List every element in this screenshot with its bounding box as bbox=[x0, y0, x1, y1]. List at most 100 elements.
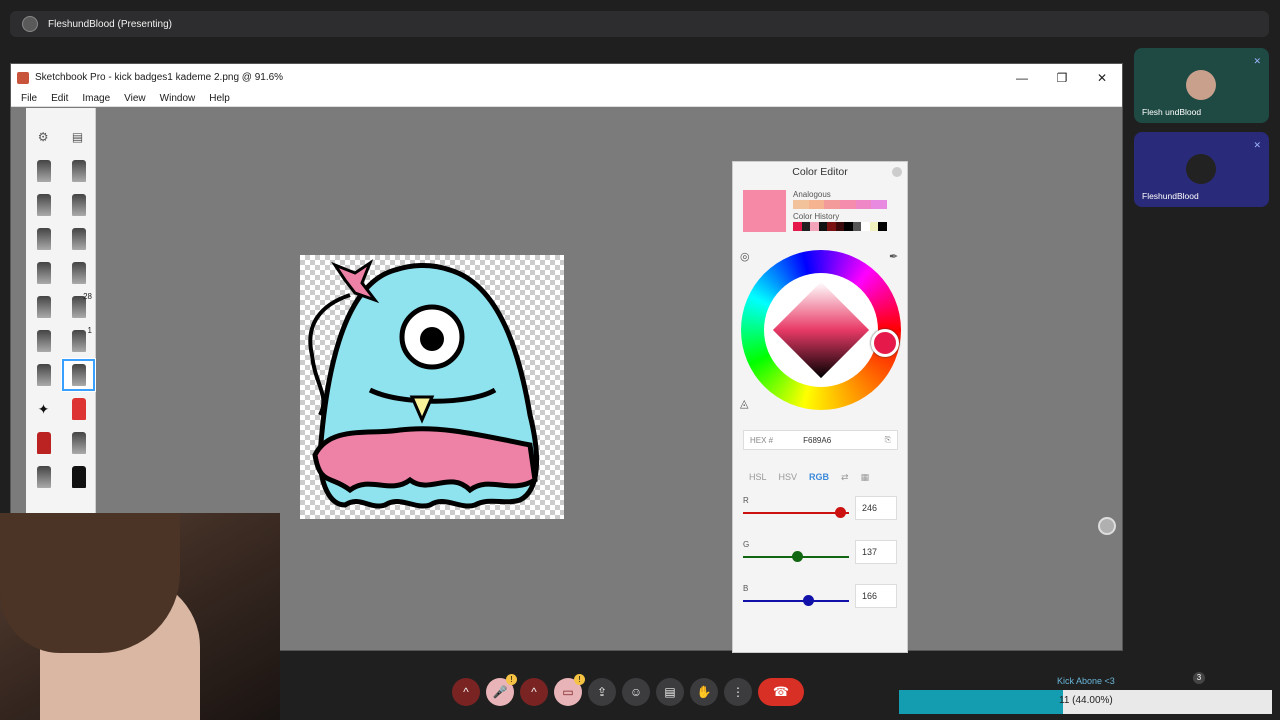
channel-r-handle[interactable] bbox=[834, 507, 846, 518]
channel-g-label: G bbox=[743, 540, 750, 549]
minimize-button[interactable]: — bbox=[1002, 71, 1042, 85]
brush-ink[interactable] bbox=[61, 460, 96, 494]
webcam-feed bbox=[0, 513, 280, 720]
drawing-canvas[interactable] bbox=[300, 255, 564, 519]
channel-r-value: 246 bbox=[862, 503, 878, 513]
channel-b: B 166 bbox=[743, 578, 903, 618]
channel-r-label: R bbox=[743, 496, 749, 505]
menu-window[interactable]: Window bbox=[160, 93, 196, 104]
brush-soft[interactable] bbox=[26, 358, 61, 392]
goal-label: Kick Abone <3 bbox=[1057, 676, 1115, 686]
channel-g: G 137 bbox=[743, 534, 903, 574]
tab-hsv[interactable]: HSV bbox=[779, 472, 798, 483]
raise-hand-icon[interactable]: ✋ bbox=[690, 678, 718, 706]
maximize-button[interactable]: ❐ bbox=[1042, 71, 1082, 85]
brush-pencil-28[interactable]: 28 bbox=[61, 290, 96, 324]
camera-options-chevron-icon[interactable]: ^ bbox=[520, 678, 548, 706]
participant-tile[interactable]: ✕ FleshundBlood bbox=[1134, 132, 1269, 207]
shuffle-icon[interactable]: ⇄ bbox=[841, 472, 849, 483]
participant-tile[interactable]: ✕ Flesh undBlood bbox=[1134, 48, 1269, 123]
presenter-avatar bbox=[22, 16, 38, 32]
copy-icon[interactable]: ⎘ bbox=[885, 435, 891, 445]
brush-paint[interactable] bbox=[26, 188, 61, 222]
brush-size-label: 28 bbox=[83, 292, 92, 301]
brush-library-icon[interactable]: ▤ bbox=[72, 130, 83, 144]
captions-icon[interactable]: ▤ bbox=[656, 678, 684, 706]
brush-airbrush[interactable] bbox=[26, 154, 61, 188]
brush-grey[interactable] bbox=[61, 426, 96, 460]
brush-size-label: 1 bbox=[87, 326, 92, 335]
analogous-strip[interactable] bbox=[793, 200, 888, 209]
mic-toggle-button[interactable]: 🎤! bbox=[486, 674, 517, 706]
channel-g-value: 137 bbox=[862, 547, 878, 557]
brush-fountain[interactable] bbox=[26, 460, 61, 494]
emoji-icon[interactable]: ☺ bbox=[622, 678, 650, 706]
brush-selected[interactable] bbox=[61, 358, 96, 392]
channel-r-track[interactable] bbox=[743, 512, 849, 514]
channel-g-input[interactable]: 137 bbox=[855, 540, 897, 564]
menu-bar: File Edit Image View Window Help bbox=[11, 91, 1122, 107]
color-harmony-icon[interactable]: ◬ bbox=[740, 397, 748, 410]
menu-view[interactable]: View bbox=[124, 93, 146, 104]
color-wheel-toggle-icon[interactable]: ◎ bbox=[740, 250, 750, 263]
color-editor-panel: Color Editor Analogous Color History ◎ ✒… bbox=[732, 161, 908, 653]
close-button[interactable]: ✕ bbox=[1082, 71, 1122, 85]
menu-edit[interactable]: Edit bbox=[51, 93, 68, 104]
more-options-icon[interactable]: ⋮ bbox=[724, 678, 752, 706]
present-screen-icon[interactable]: ⇪ bbox=[588, 678, 616, 706]
tab-hsl[interactable]: HSL bbox=[749, 472, 767, 483]
brush-pencil-1[interactable]: 1 bbox=[61, 324, 96, 358]
channel-b-track[interactable] bbox=[743, 600, 849, 602]
brush-red-block[interactable] bbox=[26, 426, 61, 460]
participant-name: FleshundBlood bbox=[1142, 191, 1199, 201]
participant-name: Flesh undBlood bbox=[1142, 107, 1202, 117]
color-editor-close-icon[interactable] bbox=[892, 167, 902, 177]
brush-inkpen[interactable] bbox=[61, 222, 96, 256]
muted-mic-icon: ✕ bbox=[1253, 56, 1261, 66]
brush-properties-icon[interactable]: ⚙ bbox=[38, 130, 49, 144]
menu-help[interactable]: Help bbox=[209, 93, 230, 104]
mic-options-chevron-icon[interactable]: ^ bbox=[452, 678, 480, 706]
brush-red-marker[interactable] bbox=[61, 392, 96, 426]
hue-knob[interactable] bbox=[871, 329, 899, 357]
eyedropper-icon[interactable]: ✒ bbox=[889, 250, 898, 263]
menu-image[interactable]: Image bbox=[82, 93, 110, 104]
color-editor-title: Color Editor bbox=[792, 166, 848, 178]
camera-warning-badge: ! bbox=[574, 674, 585, 685]
channel-b-label: B bbox=[743, 584, 749, 593]
participant-avatar bbox=[1186, 154, 1216, 184]
hex-label: HEX # bbox=[750, 435, 774, 445]
call-controls: ^ 🎤! ^ ▭! ⇪ ☺ ▤ ✋ ⋮ ☎ bbox=[452, 674, 804, 706]
menu-file[interactable]: File bbox=[21, 93, 37, 104]
presenting-title: FleshundBlood (Presenting) bbox=[48, 18, 172, 30]
tab-rgb[interactable]: RGB bbox=[809, 472, 829, 483]
participant-avatar bbox=[1186, 70, 1216, 100]
brush-pencil-light[interactable] bbox=[26, 290, 61, 324]
color-mode-tabs: HSL HSV RGB ⇄ ▦ bbox=[749, 472, 881, 483]
brush-palette: ⚙ ▤ 28 1 ✦ bbox=[26, 108, 96, 518]
camera-toggle-button[interactable]: ▭! bbox=[554, 674, 585, 706]
window-title: Sketchbook Pro - kick badges1 kademe 2.p… bbox=[35, 72, 284, 83]
leave-call-button[interactable]: ☎ bbox=[758, 678, 804, 706]
current-color-swatch[interactable] bbox=[743, 190, 786, 232]
channel-b-input[interactable]: 166 bbox=[855, 584, 897, 608]
participant-count-badge: 3 bbox=[1193, 672, 1205, 684]
canvas-nav-knob[interactable] bbox=[1098, 517, 1116, 535]
mic-warning-badge: ! bbox=[506, 674, 517, 685]
brush-pencil[interactable] bbox=[26, 324, 61, 358]
palette-icon[interactable]: ▦ bbox=[861, 472, 870, 483]
brush-chisel[interactable] bbox=[61, 188, 96, 222]
brush-nib[interactable] bbox=[61, 256, 96, 290]
channel-b-handle[interactable] bbox=[803, 595, 815, 606]
brush-pen[interactable] bbox=[26, 222, 61, 256]
color-history-strip[interactable] bbox=[793, 222, 888, 231]
channel-g-handle[interactable] bbox=[791, 551, 803, 562]
brush-stars[interactable]: ✦ bbox=[26, 392, 61, 426]
color-editor-header: Color Editor bbox=[733, 162, 907, 182]
brush-flat[interactable] bbox=[26, 256, 61, 290]
goal-progress-text: 11 (44.00%) bbox=[1059, 695, 1113, 706]
hex-input-row[interactable]: HEX # F689A6 ⎘ bbox=[743, 430, 898, 450]
channel-r-input[interactable]: 246 bbox=[855, 496, 897, 520]
brush-marker[interactable] bbox=[61, 154, 96, 188]
hex-value[interactable]: F689A6 bbox=[803, 436, 831, 445]
